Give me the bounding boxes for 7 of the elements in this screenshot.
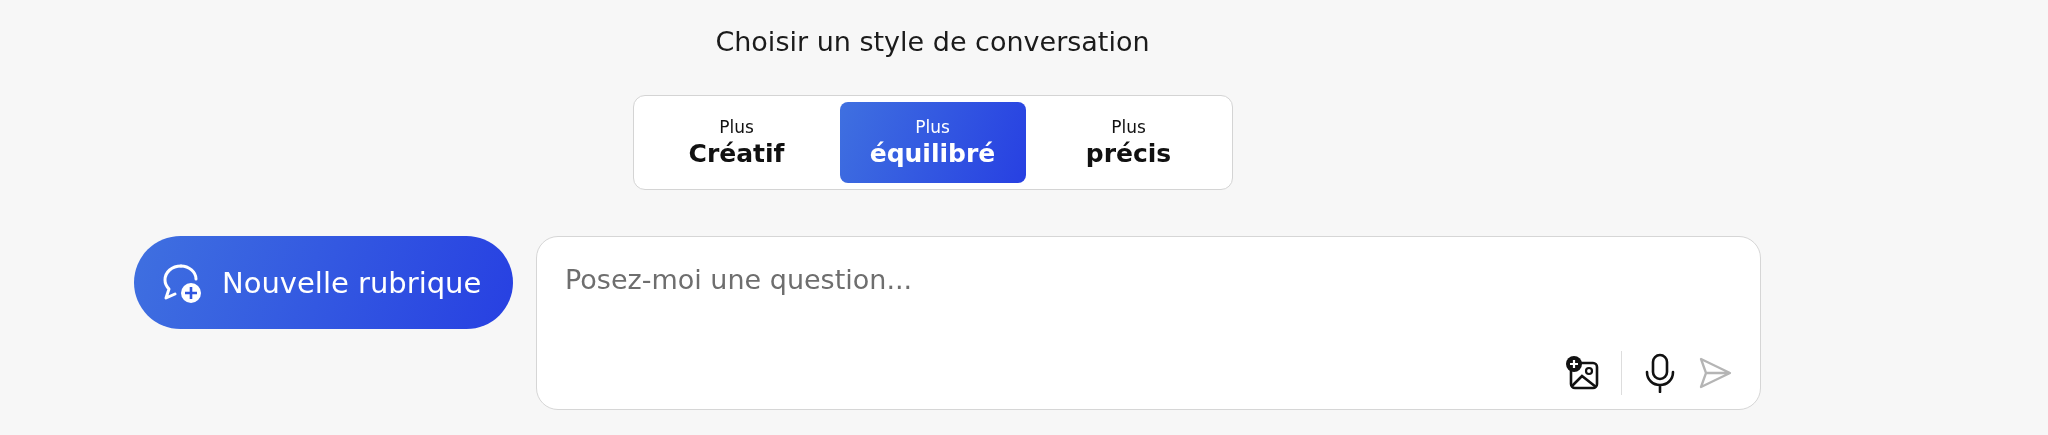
new-topic-button[interactable]: Nouvelle rubrique xyxy=(134,236,513,329)
heading: Choisir un style de conversation xyxy=(715,25,1150,59)
add-image-icon[interactable] xyxy=(1564,355,1601,391)
question-field[interactable]: Posez-moi une question... xyxy=(565,259,1732,299)
style-tab[interactable]: Plus précis xyxy=(1035,102,1222,183)
style-tab[interactable]: Plus Créatif xyxy=(643,102,830,183)
style-tab[interactable]: Plus équilibré xyxy=(839,102,1026,183)
